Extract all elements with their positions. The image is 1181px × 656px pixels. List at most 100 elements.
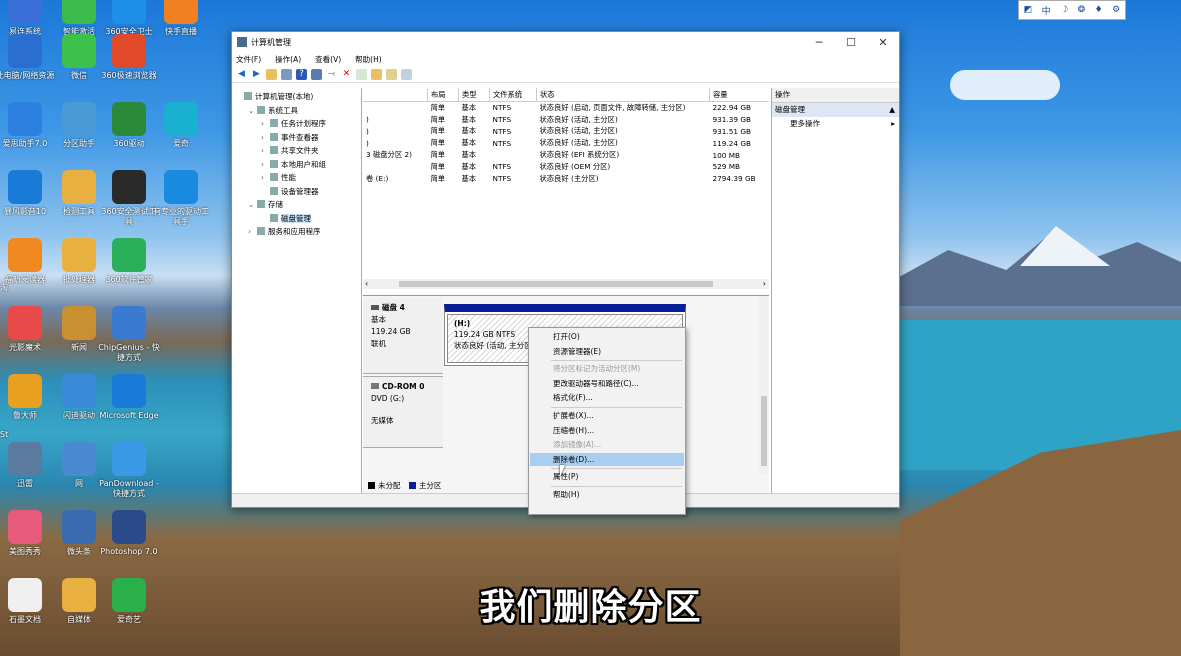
column-header[interactable]: 布局 <box>427 88 459 102</box>
tree-node[interactable]: ⌄ 系统工具 <box>233 104 361 118</box>
expand-icon[interactable]: › <box>261 144 270 158</box>
context-menu-item[interactable]: 压缩卷(H)... <box>530 424 684 437</box>
menu-help[interactable]: 帮助(H) <box>355 54 382 65</box>
forward-icon[interactable]: ▶ <box>251 69 262 80</box>
column-header[interactable]: 容量 <box>709 88 769 102</box>
tree-node-icon <box>257 200 265 208</box>
view-icon[interactable] <box>311 68 322 80</box>
column-header[interactable]: 类型 <box>458 88 490 102</box>
desktop-icon[interactable]: 360极速浏览器 <box>98 34 160 81</box>
volume-table: 布局类型文件系统状态容量可用空简单基本NTFS状态良好 (启动, 页面文件, 故… <box>363 88 769 185</box>
expand-icon[interactable]: › <box>261 171 270 185</box>
desktop-icon[interactable]: PanDownload - 快捷方式 <box>98 442 160 499</box>
maximize-button[interactable]: ☐ <box>835 36 867 49</box>
up-folder-icon[interactable] <box>266 68 277 80</box>
collapse-icon[interactable]: ▲ <box>889 103 895 117</box>
action-more[interactable]: 更多操作 ▸ <box>772 117 899 131</box>
title-bar[interactable]: 计算机管理 ─ ☐ ✕ <box>232 32 899 52</box>
connect-icon[interactable]: ⤙ <box>326 69 337 80</box>
ime-punct-icon[interactable]: ❂ <box>1078 5 1086 15</box>
scroll-thumb[interactable] <box>399 281 713 287</box>
ime-skin-icon[interactable]: ♦ <box>1095 5 1103 15</box>
tree-node[interactable]: › 共享文件夹 <box>233 144 361 158</box>
tree-node[interactable]: › 本地用户和组 <box>233 158 361 172</box>
app-shortcut-icon <box>62 374 96 408</box>
column-header[interactable]: 状态 <box>536 88 710 102</box>
tree-node[interactable]: 磁盘管理 <box>233 212 361 226</box>
vertical-scrollbar[interactable] <box>759 296 769 474</box>
ime-mode-icon[interactable]: ☽ <box>1060 5 1068 15</box>
help-icon[interactable]: ? <box>296 68 307 80</box>
ime-toolbar[interactable]: ◩ 中 ☽ ❂ ♦ ⚙ <box>1018 0 1126 20</box>
table-cell: 基本 <box>461 161 477 171</box>
check-icon[interactable] <box>356 68 367 80</box>
close-button[interactable]: ✕ <box>867 36 899 49</box>
expand-icon[interactable]: ⌄ <box>248 104 257 118</box>
table-cell: 基本 <box>461 102 477 112</box>
table-cell: 状态良好 (OEM 分区) <box>539 161 611 171</box>
disk4-label[interactable]: 磁盘 4 基本 119.24 GB 联机 <box>363 298 443 374</box>
expand-icon[interactable]: › <box>248 225 257 239</box>
vscroll-thumb[interactable] <box>761 396 767 466</box>
context-menu-item[interactable]: 资源管理器(E) <box>530 345 684 358</box>
desktop-icon[interactable]: Photoshop 7.0 <box>98 510 160 557</box>
tree-node[interactable]: › 性能 <box>233 171 361 185</box>
desktop-icon[interactable]: 快手直播 <box>150 0 212 37</box>
tree-node[interactable]: › 任务计划程序 <box>233 117 361 131</box>
table-row[interactable]: 3 磁盘分区 2)简单基本状态良好 (EFI 系统分区)100 MB100 MB <box>363 149 769 161</box>
tree-node[interactable]: 计算机管理(本地) <box>233 90 361 104</box>
desktop-icon[interactable]: 爱奇 <box>150 102 212 149</box>
ime-lang[interactable]: 中 <box>1042 4 1051 17</box>
column-header[interactable]: 文件系统 <box>489 88 537 102</box>
app-shortcut-icon <box>112 510 146 544</box>
expand-icon[interactable]: › <box>261 117 270 131</box>
folder-icon[interactable] <box>371 68 382 80</box>
tree-node[interactable]: › 服务和应用程序 <box>233 225 361 239</box>
delete-icon[interactable]: ✕ <box>341 69 352 80</box>
menu-view[interactable]: 查看(V) <box>315 54 341 65</box>
show-tree-icon[interactable] <box>281 68 292 80</box>
cdrom-label[interactable]: CD-ROM 0 DVD (G:) 无媒体 <box>363 376 443 448</box>
app-shortcut-icon <box>164 0 198 24</box>
table-row[interactable]: 简单 基本 NTFS 状态良好 (启动, 页面文件, 故障转储, 主分区) 222.94… <box>363 102 769 114</box>
context-menu-item[interactable]: 格式化(F)... <box>530 391 684 404</box>
context-menu-item[interactable]: 删除卷(D)... <box>530 452 684 466</box>
back-icon[interactable]: ◀ <box>236 69 247 80</box>
properties-icon[interactable] <box>386 68 397 80</box>
app-shortcut-icon <box>112 102 146 136</box>
ime-logo-icon[interactable]: ◩ <box>1024 5 1033 15</box>
minimize-button[interactable]: ─ <box>803 36 835 49</box>
table-row[interactable]: )简单基本NTFS状态良好 (活动, 主分区)931.51 GB1.41 GE <box>363 126 769 138</box>
table-row[interactable]: )简单基本NTFS状态良好 (活动, 主分区)119.24 GB119.15 <box>363 137 769 149</box>
menu-action[interactable]: 操作(A) <box>275 54 301 65</box>
tree-node[interactable]: ⌄ 存储 <box>233 198 361 212</box>
desktop-icon[interactable]: 有专业的驱动工具手 <box>150 170 212 227</box>
scroll-right-icon[interactable]: › <box>763 279 766 288</box>
expand-icon[interactable]: ⌄ <box>248 198 257 212</box>
table-row[interactable]: 简单基本NTFS状态良好 (OEM 分区)529 MB515 ME <box>363 161 769 173</box>
menu-file[interactable]: 文件(F) <box>236 54 261 65</box>
desktop-icon[interactable]: Microsoft Edge <box>98 374 160 421</box>
desktop-icon[interactable]: ChipGenius - 快捷方式 <box>98 306 160 363</box>
ime-settings-icon[interactable]: ⚙ <box>1112 5 1120 15</box>
table-row[interactable]: 卷 (E:)简单基本NTFS状态良好 (主分区)2794.39 GB23.36 … <box>363 173 769 185</box>
actions-section-disk-management[interactable]: 磁盘管理 ▲ <box>772 103 899 117</box>
expand-icon[interactable]: › <box>261 131 270 145</box>
desktop-icon[interactable]: 360软件管家 <box>98 238 160 285</box>
context-menu-item[interactable]: 打开(O) <box>530 330 684 343</box>
tree-node[interactable]: › 事件查看器 <box>233 131 361 145</box>
context-menu-item[interactable]: 帮助(H) <box>530 488 684 501</box>
expand-icon[interactable]: › <box>261 158 270 172</box>
tree-node-label: 存储 <box>268 200 283 209</box>
column-header[interactable] <box>363 88 428 102</box>
table-row[interactable]: )简单基本NTFS状态良好 (活动, 主分区)931.39 GB77.94 G <box>363 114 769 126</box>
context-menu-item[interactable]: 扩展卷(X)... <box>530 409 684 422</box>
tree-node-icon <box>270 186 278 195</box>
list-icon[interactable] <box>401 68 412 80</box>
context-menu-item[interactable]: 更改驱动器号和路径(C)... <box>530 377 684 390</box>
context-menu-item[interactable]: 属性(P) <box>530 470 684 483</box>
scroll-left-icon[interactable]: ‹ <box>365 279 368 288</box>
tree-node[interactable]: 设备管理器 <box>233 185 361 199</box>
horizontal-scrollbar[interactable]: ‹ › <box>363 279 769 289</box>
app-shortcut-icon <box>62 102 96 136</box>
